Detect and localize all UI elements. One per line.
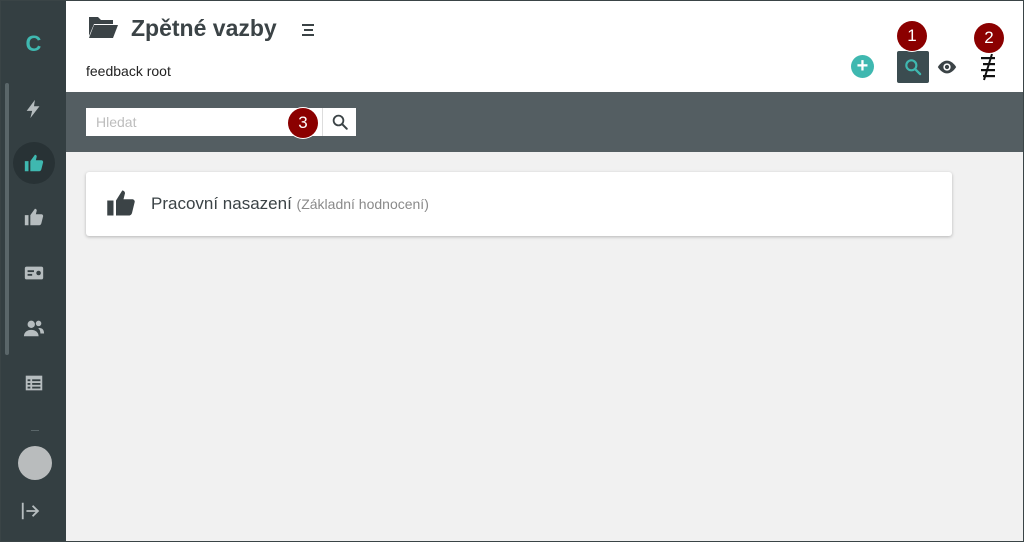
thumbs-up-icon xyxy=(24,208,44,226)
search-icon xyxy=(905,59,922,76)
eye-icon[interactable] xyxy=(936,58,958,76)
sidebar: C xyxy=(1,1,66,541)
add-button[interactable]: + xyxy=(851,55,874,78)
sidebar-item-users[interactable] xyxy=(13,307,55,349)
app-logo[interactable]: C xyxy=(1,31,66,57)
breadcrumb[interactable]: feedback root xyxy=(86,63,171,79)
table-icon xyxy=(25,375,43,391)
annotation-badge-3: 3 xyxy=(288,108,318,138)
search-icon xyxy=(332,114,348,130)
annotation-badge-1: 1 xyxy=(897,21,927,51)
search-toggle-button[interactable] xyxy=(897,51,929,83)
menu-icon[interactable] xyxy=(302,23,316,37)
users-icon xyxy=(23,320,45,337)
lightning-icon xyxy=(26,99,40,119)
avatar[interactable] xyxy=(18,446,52,480)
sidebar-item-table[interactable] xyxy=(13,362,55,404)
sidebar-item-feedback[interactable] xyxy=(13,142,55,184)
sidebar-item-lightning[interactable] xyxy=(13,88,55,130)
sidebar-divider xyxy=(31,430,39,431)
card-subtitle: (Základní hodnocení) xyxy=(296,196,429,212)
sidebar-item-feedback-2[interactable] xyxy=(13,196,55,238)
search-input[interactable] xyxy=(86,108,322,136)
sidebar-item-cards[interactable] xyxy=(13,252,55,294)
feedback-card[interactable]: Pracovní nasazení (Základní hodnocení) xyxy=(86,172,952,236)
annotation-badge-2: 2 xyxy=(974,23,1004,53)
search-bar: 3 xyxy=(66,92,1023,152)
logout-icon[interactable] xyxy=(20,500,42,522)
sidebar-scrollbar[interactable] xyxy=(5,83,9,355)
id-card-icon xyxy=(24,266,44,280)
plus-icon: + xyxy=(856,55,869,77)
page-title: Zpětné vazby xyxy=(131,15,277,41)
filter-icon[interactable] xyxy=(978,53,998,81)
thumbs-up-icon xyxy=(107,190,135,216)
page-header: Zpětné vazby feedback root + 1 2 xyxy=(66,1,1023,92)
search-submit-button[interactable] xyxy=(322,108,356,136)
folder-open-icon xyxy=(89,17,118,38)
card-title: Pracovní nasazení xyxy=(151,194,292,213)
thumbs-up-icon xyxy=(24,154,44,172)
